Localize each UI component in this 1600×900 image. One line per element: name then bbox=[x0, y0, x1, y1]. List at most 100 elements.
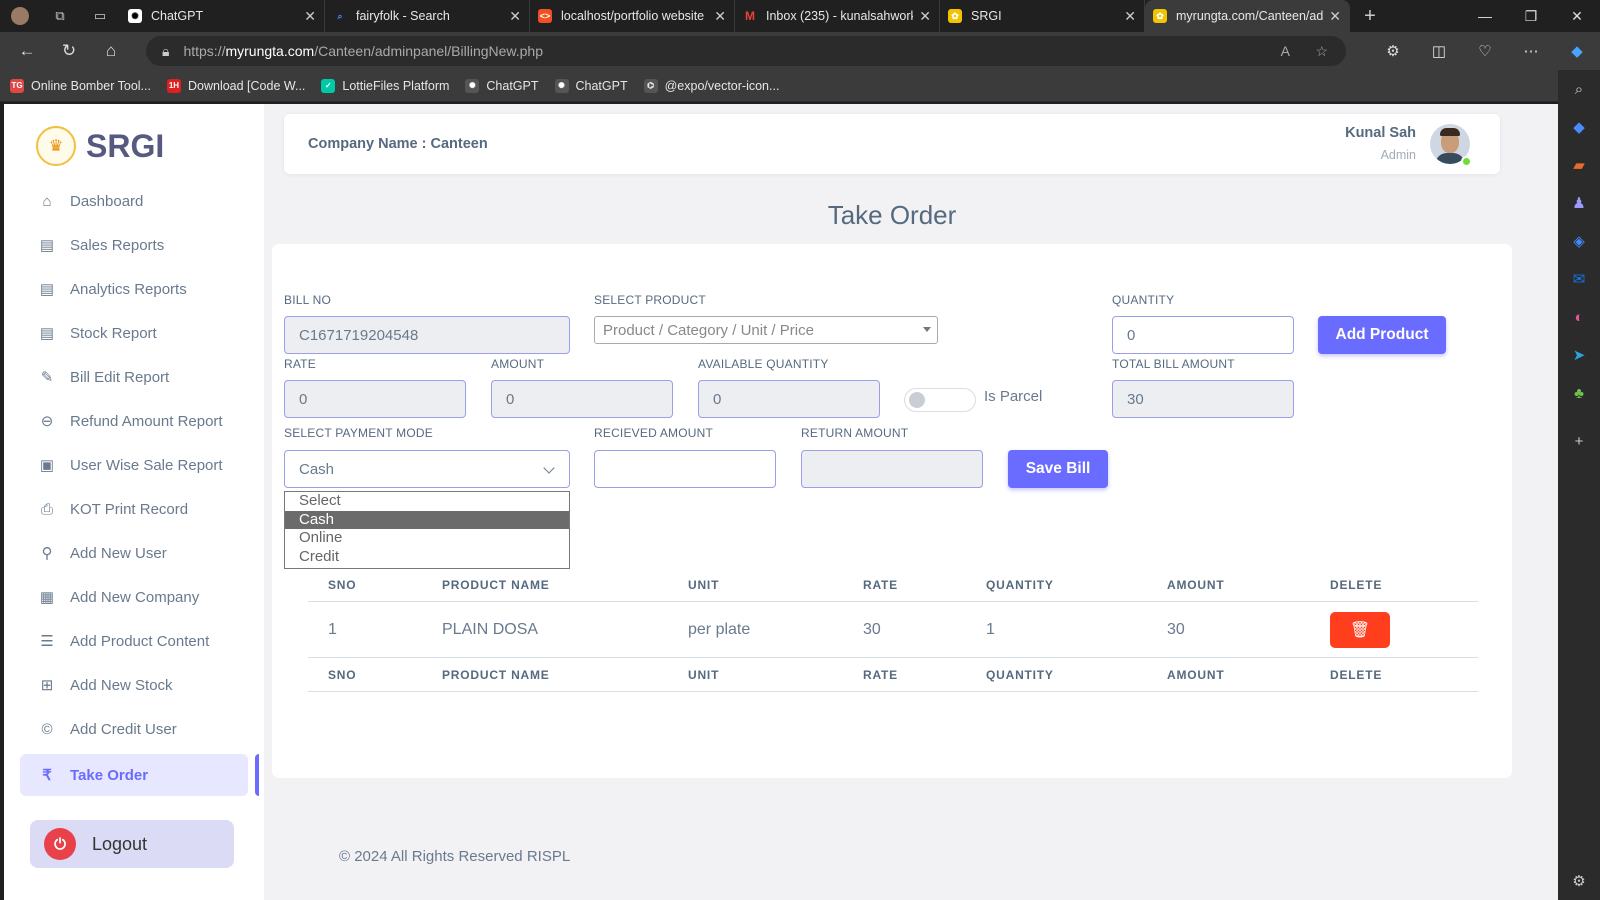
close-tab-icon[interactable]: ✕ bbox=[1124, 8, 1136, 25]
bookmark-item[interactable]: ⌬ @expo/vector-icon... bbox=[643, 78, 779, 93]
sidebar-item-add-product-content[interactable]: ☰ Add Product Content bbox=[20, 620, 248, 662]
amount-field[interactable]: 0 bbox=[491, 380, 673, 418]
bookmark-item[interactable]: ✺ ChatGPT bbox=[554, 78, 628, 93]
favorite-star-icon[interactable]: ☆ bbox=[1315, 43, 1328, 60]
home-icon[interactable]: ⌂ bbox=[96, 36, 126, 66]
brand-logo[interactable]: ♛ SRGI bbox=[36, 126, 164, 166]
payment-mode-select[interactable]: Cash bbox=[284, 450, 570, 488]
browser-tab[interactable]: ✿ SRGI ✕ bbox=[940, 0, 1145, 32]
cell-quantity: 1 bbox=[986, 620, 995, 638]
new-tab-icon[interactable]: + bbox=[1350, 0, 1390, 32]
restore-icon[interactable]: ❐ bbox=[1508, 8, 1554, 25]
sidebar-item-kot-print-record[interactable]: ⎙ KOT Print Record bbox=[20, 488, 248, 530]
browser-tab[interactable]: ⌕ fairyfolk - Search ✕ bbox=[325, 0, 530, 32]
chevron-down-icon bbox=[543, 462, 555, 474]
close-tab-icon[interactable]: ✕ bbox=[509, 8, 521, 25]
rungta-logo-icon: ♛ bbox=[36, 126, 76, 166]
amount-label: AMOUNT bbox=[491, 357, 545, 371]
designer-icon[interactable]: ◐ bbox=[1558, 298, 1600, 336]
is-parcel-label: Is Parcel bbox=[984, 388, 1043, 405]
settings-icon[interactable]: ⚙ bbox=[1558, 862, 1600, 900]
close-tab-icon[interactable]: ✕ bbox=[919, 8, 931, 25]
games-icon[interactable]: ♟ bbox=[1558, 184, 1600, 222]
close-window-icon[interactable]: ✕ bbox=[1554, 8, 1600, 25]
rate-field[interactable]: 0 bbox=[284, 380, 466, 418]
srgi-icon: ✿ bbox=[948, 9, 962, 23]
sidebar-item-user-wise-sale-report[interactable]: ▣ User Wise Sale Report bbox=[20, 444, 248, 486]
chatgpt-icon: ✺ bbox=[554, 78, 569, 93]
copilot-icon[interactable]: ◆ bbox=[1554, 42, 1600, 60]
bookmark-item[interactable]: ✓ LottieFiles Platform bbox=[321, 78, 449, 93]
workspaces-icon[interactable]: ⧉ bbox=[40, 0, 80, 32]
sidebar-item-dashboard[interactable]: ⌂ Dashboard bbox=[20, 180, 248, 222]
sidebar-item-add-credit-user[interactable]: © Add Credit User bbox=[20, 708, 248, 750]
more-menu-icon[interactable]: ⋯ bbox=[1508, 42, 1554, 60]
bookmark-item[interactable]: TG Online Bomber Tool... bbox=[10, 78, 151, 93]
dropdown-option[interactable]: Online bbox=[285, 529, 569, 548]
bill-no-field[interactable]: C1671719204548 bbox=[284, 316, 570, 354]
back-icon[interactable]: ← bbox=[12, 36, 42, 66]
tree-icon[interactable]: ♣ bbox=[1558, 374, 1600, 412]
user-plus-icon: ⚲ bbox=[41, 545, 53, 562]
sidebar-item-add-new-company[interactable]: ▦ Add New Company bbox=[20, 576, 248, 618]
sidebar-item-bill-edit-report[interactable]: ✎ Bill Edit Report bbox=[20, 356, 248, 398]
column-footer: AMOUNT bbox=[1167, 667, 1225, 682]
search-icon[interactable]: ⌕ bbox=[1558, 70, 1600, 108]
table-header-row: SNO PRODUCT NAME UNIT RATE QUANTITY AMOU… bbox=[308, 568, 1478, 602]
return-amount-field[interactable] bbox=[801, 450, 983, 488]
is-parcel-toggle[interactable] bbox=[904, 388, 976, 412]
sidebar-item-add-new-user[interactable]: ⚲ Add New User bbox=[20, 532, 248, 574]
file-icon: ▤ bbox=[39, 281, 55, 298]
minimize-icon[interactable]: — bbox=[1462, 8, 1508, 25]
close-tab-icon[interactable]: ✕ bbox=[304, 8, 316, 25]
performance-icon[interactable]: ♡ bbox=[1462, 42, 1508, 60]
bookmark-icon: TG bbox=[10, 78, 24, 93]
bookmark-item[interactable]: ✺ ChatGPT bbox=[465, 78, 539, 93]
sidebar-item-analytics-reports[interactable]: ▤ Analytics Reports bbox=[20, 268, 248, 310]
dropdown-option[interactable]: Credit bbox=[285, 548, 569, 567]
logout-button[interactable]: ⏻ Logout bbox=[30, 820, 234, 868]
window-controls: — ❐ ✕ bbox=[1462, 8, 1600, 25]
close-tab-icon[interactable]: ✕ bbox=[714, 8, 726, 25]
sidebar-item-stock-report[interactable]: ▤ Stock Report bbox=[20, 312, 248, 354]
trash-icon: 🗑︎ bbox=[1349, 622, 1371, 639]
sidebar-item-take-order[interactable]: ₹ Take Order bbox=[20, 754, 248, 796]
shopping-tag-icon[interactable]: ◆ bbox=[1558, 108, 1600, 146]
product-select[interactable]: Product / Category / Unit / Price bbox=[594, 316, 938, 344]
delete-row-button[interactable]: 🗑︎ bbox=[1330, 612, 1390, 648]
quantity-input[interactable]: 0 bbox=[1112, 316, 1294, 354]
return-amount-label: RETURN AMOUNT bbox=[801, 426, 909, 440]
telegram-icon[interactable]: ➤ bbox=[1558, 336, 1600, 374]
profile-icon[interactable] bbox=[0, 0, 40, 32]
close-tab-icon[interactable]: ✕ bbox=[1329, 8, 1341, 25]
column-footer: DELETE bbox=[1330, 667, 1383, 682]
sidebar-item-refund-amount-report[interactable]: ⊖ Refund Amount Report bbox=[20, 400, 248, 442]
split-screen-icon[interactable]: ◫ bbox=[1416, 42, 1462, 60]
received-amount-input[interactable] bbox=[594, 450, 776, 488]
printer-icon: ⎙ bbox=[40, 500, 53, 518]
browser-tab-active[interactable]: ✿ myrungta.com/Canteen/ad ✕ bbox=[1145, 0, 1350, 32]
sidebar-item-add-new-stock[interactable]: ⊞ Add New Stock bbox=[20, 664, 248, 706]
tools-icon[interactable]: ▰ bbox=[1558, 146, 1600, 184]
save-bill-button[interactable]: Save Bill bbox=[1008, 450, 1108, 488]
add-panel-icon[interactable]: + bbox=[1558, 422, 1600, 460]
browser-tab[interactable]: <> localhost/portfolio website ✕ bbox=[530, 0, 735, 32]
total-bill-field[interactable]: 30 bbox=[1112, 380, 1294, 418]
outlook-icon[interactable]: ✉ bbox=[1558, 260, 1600, 298]
sidebar-item-sales-reports[interactable]: ▤ Sales Reports bbox=[20, 224, 248, 266]
browser-tab[interactable]: ✺ ChatGPT ✕ bbox=[120, 0, 325, 32]
bookmark-item[interactable]: 1H Download [Code W... bbox=[166, 78, 305, 93]
refresh-icon[interactable]: ↻ bbox=[54, 36, 84, 66]
copilot-icon[interactable]: ◈ bbox=[1558, 222, 1600, 260]
dropdown-option-selected[interactable]: Cash bbox=[285, 510, 569, 529]
user-role: Admin bbox=[1380, 148, 1416, 162]
browser-tab[interactable]: M Inbox (235) - kunalsahwork ✕ bbox=[735, 0, 940, 32]
tab-actions-icon[interactable]: ▭ bbox=[80, 0, 120, 32]
add-product-button[interactable]: Add Product bbox=[1318, 316, 1446, 354]
dropdown-option[interactable]: Select bbox=[285, 492, 569, 511]
url-domain: myrungta.com bbox=[225, 43, 315, 59]
url-bar[interactable]: 🔒︎ https://myrungta.com/Canteen/adminpan… bbox=[146, 36, 1346, 66]
read-aloud-icon[interactable]: A bbox=[1281, 43, 1290, 59]
available-quantity-field[interactable]: 0 bbox=[698, 380, 880, 418]
extensions-icon[interactable]: ⚙ bbox=[1370, 42, 1416, 60]
